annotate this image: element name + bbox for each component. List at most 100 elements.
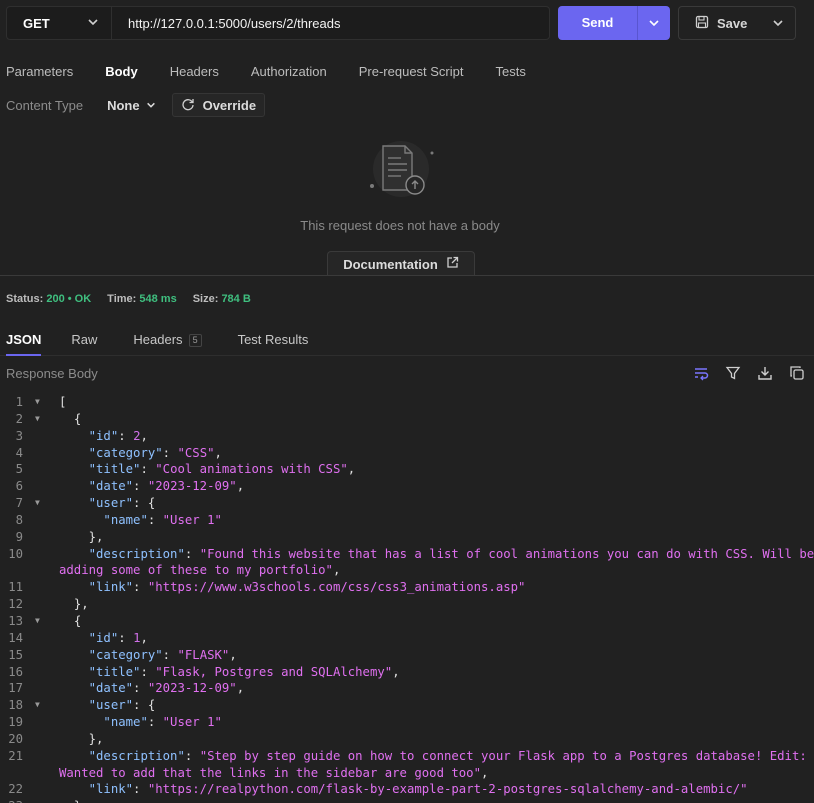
fold-gutter — [23, 647, 59, 664]
line-number: 9 — [15, 529, 23, 544]
code-text: "title": "Flask, Postgres and SQLAlchemy… — [59, 664, 400, 681]
json-punctuation: : — [133, 782, 148, 797]
code-text: "description": "Found this website that … — [59, 546, 814, 563]
wrap-lines-icon[interactable] — [692, 364, 710, 382]
fold-gutter — [23, 512, 59, 529]
line-number: 17 — [8, 681, 23, 696]
tab-parameters[interactable]: Parameters — [6, 58, 73, 86]
json-string: "User 1" — [162, 512, 222, 527]
code-line: 3 "id": 2, — [0, 428, 814, 445]
fold-chevron-icon[interactable]: ▼ — [23, 411, 59, 428]
line-number: 4 — [15, 445, 23, 460]
line-number: 22 — [8, 782, 23, 797]
code-text: "name": "User 1" — [59, 512, 222, 529]
save-options-chevron-icon[interactable] — [761, 17, 795, 29]
code-line: 8 "name": "User 1" — [0, 512, 814, 529]
json-punctuation: [ — [59, 395, 67, 409]
tab-tests[interactable]: Tests — [496, 58, 526, 86]
tab-response-headers-label: Headers — [133, 332, 183, 347]
status-label: Status: — [6, 293, 44, 305]
json-string: "2023-12-09" — [147, 681, 237, 696]
json-punctuation: : — [118, 630, 134, 645]
content-type-select[interactable]: None — [107, 98, 156, 113]
url-input[interactable] — [112, 7, 549, 39]
json-punctuation: , — [347, 462, 356, 477]
code-line: 9 }, — [0, 529, 814, 546]
line-number — [0, 765, 23, 782]
method-select[interactable]: GET — [7, 7, 112, 39]
tab-headers[interactable]: Headers — [170, 58, 219, 86]
response-json-viewer[interactable]: 1 ▼[2 ▼ {3 "id": 2, 4 "category": "CSS", 5 "… — [0, 394, 814, 803]
fold-chevron-icon[interactable]: ▼ — [23, 613, 59, 630]
tab-pre-request-script[interactable]: Pre-request Script — [359, 58, 464, 86]
line-number — [0, 562, 23, 579]
code-text: { — [59, 613, 81, 630]
code-line: 7 ▼ "user": { — [0, 495, 814, 512]
json-string: "2023-12-09" — [147, 479, 237, 494]
code-line: 17 "date": "2023-12-09", — [0, 680, 814, 697]
chevron-down-icon — [146, 98, 156, 113]
json-string: "FLASK" — [177, 647, 230, 662]
fold-gutter — [23, 765, 59, 782]
fold-gutter — [23, 546, 59, 563]
save-icon — [695, 15, 709, 32]
filter-icon[interactable] — [724, 364, 742, 382]
tab-response-headers[interactable]: Headers 5 — [133, 326, 202, 356]
json-string: "Cool animations with CSS" — [155, 462, 348, 477]
download-icon[interactable] — [756, 364, 774, 382]
code-text: Wanted to add that the links in the side… — [59, 765, 488, 782]
code-text: "id": 2, — [59, 428, 148, 445]
json-string: "User 1" — [162, 715, 222, 730]
code-line: Wanted to add that the links in the side… — [0, 765, 814, 782]
tab-test-results[interactable]: Test Results — [238, 326, 309, 356]
fold-gutter — [23, 529, 59, 546]
headers-count-badge: 5 — [188, 334, 202, 347]
send-button[interactable]: Send — [558, 6, 670, 40]
fold-chevron-icon[interactable]: ▼ — [23, 394, 59, 411]
panel-divider[interactable] — [0, 275, 814, 276]
response-status: Status: 200 • OK Time: 548 ms Size: 784 … — [6, 293, 251, 305]
code-text: "link": "https://realpython.com/flask-by… — [59, 781, 748, 798]
line-number: 6 — [15, 479, 23, 494]
line-number: 3 — [15, 428, 23, 443]
response-tabs: JSON Raw Headers 5 Test Results — [0, 326, 814, 356]
line-number: 8 — [15, 512, 23, 527]
status-group: Status: 200 • OK — [6, 293, 91, 305]
fold-gutter — [23, 428, 59, 445]
code-line: 16 "title": "Flask, Postgres and SQLAlch… — [0, 664, 814, 681]
fold-gutter — [23, 781, 59, 798]
code-text: } — [59, 798, 81, 803]
documentation-button[interactable]: Documentation — [327, 251, 475, 276]
tab-raw[interactable]: Raw — [71, 326, 97, 356]
json-key: "name" — [103, 512, 148, 527]
send-options-chevron-icon[interactable] — [638, 17, 670, 29]
line-number: 5 — [15, 462, 23, 477]
tab-body[interactable]: Body — [105, 58, 138, 86]
override-button[interactable]: Override — [171, 93, 266, 117]
line-number: 20 — [8, 731, 23, 746]
code-text: "date": "2023-12-09", — [59, 680, 244, 697]
refresh-icon — [181, 97, 195, 114]
json-punctuation: }, — [88, 731, 104, 746]
json-punctuation: , — [481, 765, 489, 780]
json-key: "title" — [88, 664, 141, 679]
fold-chevron-icon[interactable]: ▼ — [23, 697, 59, 714]
tab-json[interactable]: JSON — [6, 326, 42, 356]
copy-icon[interactable] — [788, 364, 806, 382]
tab-authorization[interactable]: Authorization — [251, 58, 327, 86]
line-number: 18 — [8, 698, 23, 713]
code-text: "description": "Step by step guide on ho… — [59, 748, 807, 765]
code-line: 5 "title": "Cool animations with CSS", — [0, 461, 814, 478]
send-label: Send — [558, 6, 638, 40]
save-button[interactable]: Save — [678, 6, 796, 40]
code-text: [ — [59, 394, 66, 411]
line-number: 16 — [8, 664, 23, 679]
override-label: Override — [202, 97, 257, 113]
fold-gutter — [23, 714, 59, 731]
json-punctuation: , — [392, 664, 400, 679]
chevron-down-icon — [87, 16, 99, 31]
fold-chevron-icon[interactable]: ▼ — [23, 495, 59, 512]
json-key: "name" — [103, 715, 148, 730]
json-punctuation: : — [184, 748, 200, 763]
json-punctuation: : — [133, 681, 148, 696]
